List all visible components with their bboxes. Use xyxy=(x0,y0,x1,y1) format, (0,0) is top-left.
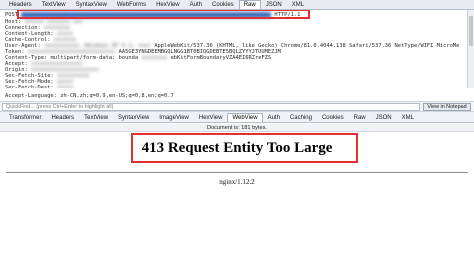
response-tab-json[interactable]: JSON xyxy=(371,113,397,122)
request-tab-hexview[interactable]: HexView xyxy=(151,0,185,9)
request-tab-strip: Headers TextView SyntaxView WebForms Hex… xyxy=(0,0,474,10)
response-tab-cookies[interactable]: Cookies xyxy=(317,113,349,122)
response-tab-caching[interactable]: Caching xyxy=(285,113,317,122)
request-tab-textview[interactable]: TextView xyxy=(37,0,71,9)
response-tab-transformer[interactable]: Transformer xyxy=(4,113,46,122)
response-tab-syntaxview[interactable]: SyntaxView xyxy=(113,113,154,122)
quickfind-input[interactable]: QuickFind... (press Ctrl+Enter to highli… xyxy=(2,103,420,111)
request-tab-auth[interactable]: Auth xyxy=(185,0,207,9)
response-tab-imageview[interactable]: ImageView xyxy=(154,113,194,122)
request-tab-webforms[interactable]: WebForms xyxy=(112,0,151,9)
scrollbar-thumb[interactable] xyxy=(469,16,473,46)
response-tab-textview[interactable]: TextView xyxy=(79,113,113,122)
request-tab-xml[interactable]: XML xyxy=(287,0,309,9)
response-tab-headers[interactable]: Headers xyxy=(46,113,79,122)
response-tab-webview[interactable]: WebView xyxy=(227,113,263,122)
request-tab-cookies[interactable]: Cookies xyxy=(207,0,239,9)
redacted-value: xxxxx xyxy=(56,85,74,88)
response-webview: 413 Request Entity Too Large nginx/1.12.… xyxy=(0,132,474,255)
response-tab-auth[interactable]: Auth xyxy=(263,113,285,122)
server-signature: nginx/1.12.2 xyxy=(219,178,255,186)
response-tab-xml[interactable]: XML xyxy=(397,113,419,122)
view-in-notepad-button[interactable]: View in Notepad xyxy=(423,103,471,111)
horizontal-rule xyxy=(6,172,468,173)
request-tab-raw[interactable]: Raw xyxy=(238,0,261,9)
url-highlight-box xyxy=(17,10,310,19)
request-tab-syntaxview[interactable]: SyntaxView xyxy=(71,0,112,9)
response-tab-raw[interactable]: Raw xyxy=(349,113,371,122)
header-line: Sec-Fetch-Dest: xxxxx xyxy=(5,85,73,88)
raw-request-text[interactable]: POST https://xxxxxx.xxxxxx.xxx/xxxxxxxxx… xyxy=(0,10,474,88)
request-tab-headers[interactable]: Headers xyxy=(4,0,37,9)
quickfind-bar: QuickFind... (press Ctrl+Enter to highli… xyxy=(0,101,474,112)
request-scrollbar[interactable] xyxy=(467,10,474,88)
response-tab-hexview[interactable]: HexView xyxy=(194,113,228,122)
document-size-label: Document is: 181 bytes. xyxy=(0,124,474,132)
error-heading: 413 Request Entity Too Large xyxy=(141,140,333,156)
redacted-value: xxxxxxxx xyxy=(141,55,168,61)
header-line: Accept-Language: zh-CN,zh;q=0.9,en-US;q=… xyxy=(5,93,174,99)
response-tab-strip: Transformer Headers TextView SyntaxView … xyxy=(0,112,474,123)
request-tab-json[interactable]: JSON xyxy=(261,0,287,9)
